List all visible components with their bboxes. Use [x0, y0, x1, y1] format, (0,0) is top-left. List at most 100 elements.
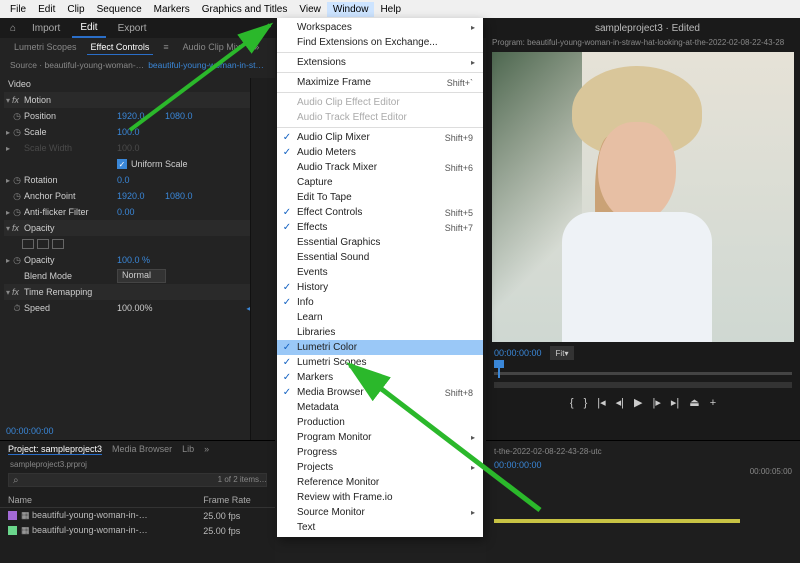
window-menu-item-audio-meters[interactable]: ✓Audio Meters — [277, 145, 483, 160]
window-menu-item-libraries[interactable]: Libraries — [277, 325, 483, 340]
window-menu-item-projects[interactable]: Projects▸ — [277, 460, 483, 475]
tab-overflow[interactable]: » — [204, 444, 209, 455]
uniform-scale-checkbox[interactable]: ✓ — [117, 159, 127, 169]
anchor-x[interactable]: 1920.0 — [117, 191, 165, 201]
window-menu-item-edit-to-tape[interactable]: Edit To Tape — [277, 190, 483, 205]
menu-sequence[interactable]: Sequence — [91, 2, 148, 17]
step-fwd-button[interactable]: |▸ — [653, 396, 661, 409]
tab-audio-clip-mixer[interactable]: Audio Clip Mix — [179, 40, 245, 54]
mark-out-button[interactable]: } — [584, 397, 588, 409]
menu-window[interactable]: Window — [327, 2, 375, 17]
go-to-in-button[interactable]: |◂ — [597, 396, 605, 409]
timeline-clip[interactable] — [494, 519, 740, 523]
window-menu-item-extensions[interactable]: Extensions▸ — [277, 55, 483, 70]
window-menu-item-progress[interactable]: Progress — [277, 445, 483, 460]
workspace-tab-edit[interactable]: Edit — [72, 19, 105, 38]
window-menu-item-info[interactable]: ✓Info — [277, 295, 483, 310]
window-menu-item-effect-controls[interactable]: ✓Effect ControlsShift+5 — [277, 205, 483, 220]
window-menu-item-essential-sound[interactable]: Essential Sound — [277, 250, 483, 265]
rect-mask-icon[interactable] — [37, 239, 49, 249]
window-menu-item-markers[interactable]: ✓Markers — [277, 370, 483, 385]
tab-project[interactable]: Project: sampleproject3 — [8, 444, 102, 455]
pen-mask-icon[interactable] — [52, 239, 64, 249]
window-menu-item-capture[interactable]: Capture — [277, 175, 483, 190]
blend-mode-dropdown[interactable]: Normal — [117, 269, 166, 283]
speed-value[interactable]: 100.00% — [117, 303, 165, 313]
time-remapping-header[interactable]: ▾ fx Time Remapping — [4, 284, 271, 300]
stopwatch-icon[interactable]: ◷ — [12, 255, 22, 266]
menu-markers[interactable]: Markers — [148, 2, 196, 17]
window-menu-item-maximize-frame[interactable]: Maximize FrameShift+` — [277, 75, 483, 90]
window-menu-item-audio-track-mixer[interactable]: Audio Track MixerShift+6 — [277, 160, 483, 175]
window-menu-item-history[interactable]: ✓History — [277, 280, 483, 295]
stopwatch-icon[interactable]: ⏱ — [12, 303, 22, 314]
menu-view[interactable]: View — [293, 2, 327, 17]
window-menu-item-production[interactable]: Production — [277, 415, 483, 430]
scrub-bar[interactable] — [494, 382, 792, 388]
effect-controls-timecode[interactable]: 00:00:00:00 — [6, 426, 54, 436]
table-row[interactable]: ▦ beautiful-young-woman-in-… 25.00 fps — [0, 508, 275, 524]
menu-file[interactable]: File — [4, 2, 32, 17]
window-menu-item-source-monitor[interactable]: Source Monitor▸ — [277, 505, 483, 520]
ellipse-mask-icon[interactable] — [22, 239, 34, 249]
rotation-value[interactable]: 0.0 — [117, 175, 165, 185]
playhead-icon[interactable] — [498, 364, 500, 378]
export-frame-button[interactable]: ⏏ — [689, 396, 699, 409]
clip-link[interactable]: beautiful-young-woman-in-st… — [148, 60, 264, 70]
stopwatch-icon[interactable]: ◷ — [12, 207, 22, 218]
settings-button[interactable]: + — [710, 397, 716, 409]
stopwatch-icon[interactable]: ◷ — [12, 127, 22, 138]
window-menu-item-metadata[interactable]: Metadata — [277, 400, 483, 415]
program-time-slider[interactable] — [494, 366, 792, 388]
position-y[interactable]: 1080.0 — [165, 111, 213, 121]
tab-panel-menu[interactable]: ≡ — [159, 40, 172, 54]
window-menu-item-lumetri-scopes[interactable]: ✓Lumetri Scopes — [277, 355, 483, 370]
label-color-chip[interactable] — [8, 511, 17, 520]
program-zoom-dropdown[interactable]: Fit ▾ — [550, 346, 575, 360]
window-menu-item-media-browser[interactable]: ✓Media BrowserShift+8 — [277, 385, 483, 400]
tab-libraries[interactable]: Lib — [182, 444, 194, 455]
tab-media-browser[interactable]: Media Browser — [112, 444, 172, 455]
table-row[interactable]: ▦ beautiful-young-woman-in-… 25.00 fps — [0, 523, 275, 538]
menu-edit[interactable]: Edit — [32, 2, 61, 17]
tab-overflow[interactable]: » — [250, 40, 263, 54]
window-menu-item-workspaces[interactable]: Workspaces▸ — [277, 20, 483, 35]
effect-controls-keyframe-area[interactable] — [250, 78, 275, 440]
home-icon[interactable]: ⌂ — [6, 21, 20, 35]
workspace-tab-export[interactable]: Export — [110, 20, 155, 37]
label-color-chip[interactable] — [8, 526, 17, 535]
stopwatch-icon[interactable]: ◷ — [12, 175, 22, 186]
tab-effect-controls[interactable]: Effect Controls — [87, 40, 154, 55]
opacity-value[interactable]: 100.0 % — [117, 255, 165, 265]
anchor-y[interactable]: 1080.0 — [165, 191, 213, 201]
stopwatch-icon[interactable]: ◷ — [12, 111, 22, 122]
motion-header[interactable]: ▾ fx Motion — [4, 92, 271, 108]
tab-lumetri-scopes[interactable]: Lumetri Scopes — [10, 40, 81, 54]
window-menu-item-learn[interactable]: Learn — [277, 310, 483, 325]
window-menu-item-lumetri-color[interactable]: ✓Lumetri Color — [277, 340, 483, 355]
workspace-tab-import[interactable]: Import — [24, 20, 68, 37]
menu-clip[interactable]: Clip — [61, 2, 90, 17]
menu-help[interactable]: Help — [374, 2, 407, 17]
mask-tools[interactable] — [4, 239, 64, 249]
program-video-frame[interactable] — [492, 52, 794, 342]
window-menu-item-review-with-frame-io[interactable]: Review with Frame.io — [277, 490, 483, 505]
window-menu-item-program-monitor[interactable]: Program Monitor▸ — [277, 430, 483, 445]
window-menu-item-find-extensions-on-exchange[interactable]: Find Extensions on Exchange... — [277, 35, 483, 50]
column-name[interactable]: Name — [0, 493, 195, 508]
position-x[interactable]: 1920.0 — [117, 111, 165, 121]
go-to-out-button[interactable]: ▸| — [671, 396, 679, 409]
column-framerate[interactable]: Frame Rate — [195, 493, 275, 508]
stopwatch-icon[interactable]: ◷ — [12, 191, 22, 202]
window-menu-item-effects[interactable]: ✓EffectsShift+7 — [277, 220, 483, 235]
scale-value[interactable]: 100.0 — [117, 127, 165, 137]
mark-in-button[interactable]: { — [570, 397, 574, 409]
window-menu-item-events[interactable]: Events — [277, 265, 483, 280]
window-menu-item-text[interactable]: Text — [277, 520, 483, 535]
flicker-value[interactable]: 0.00 — [117, 207, 165, 217]
program-timecode[interactable]: 00:00:00:00 — [494, 348, 542, 358]
window-menu-item-audio-clip-mixer[interactable]: ✓Audio Clip MixerShift+9 — [277, 130, 483, 145]
opacity-header[interactable]: ▾ fx Opacity — [4, 220, 271, 236]
step-back-button[interactable]: ◂| — [616, 396, 624, 409]
window-menu-item-essential-graphics[interactable]: Essential Graphics — [277, 235, 483, 250]
